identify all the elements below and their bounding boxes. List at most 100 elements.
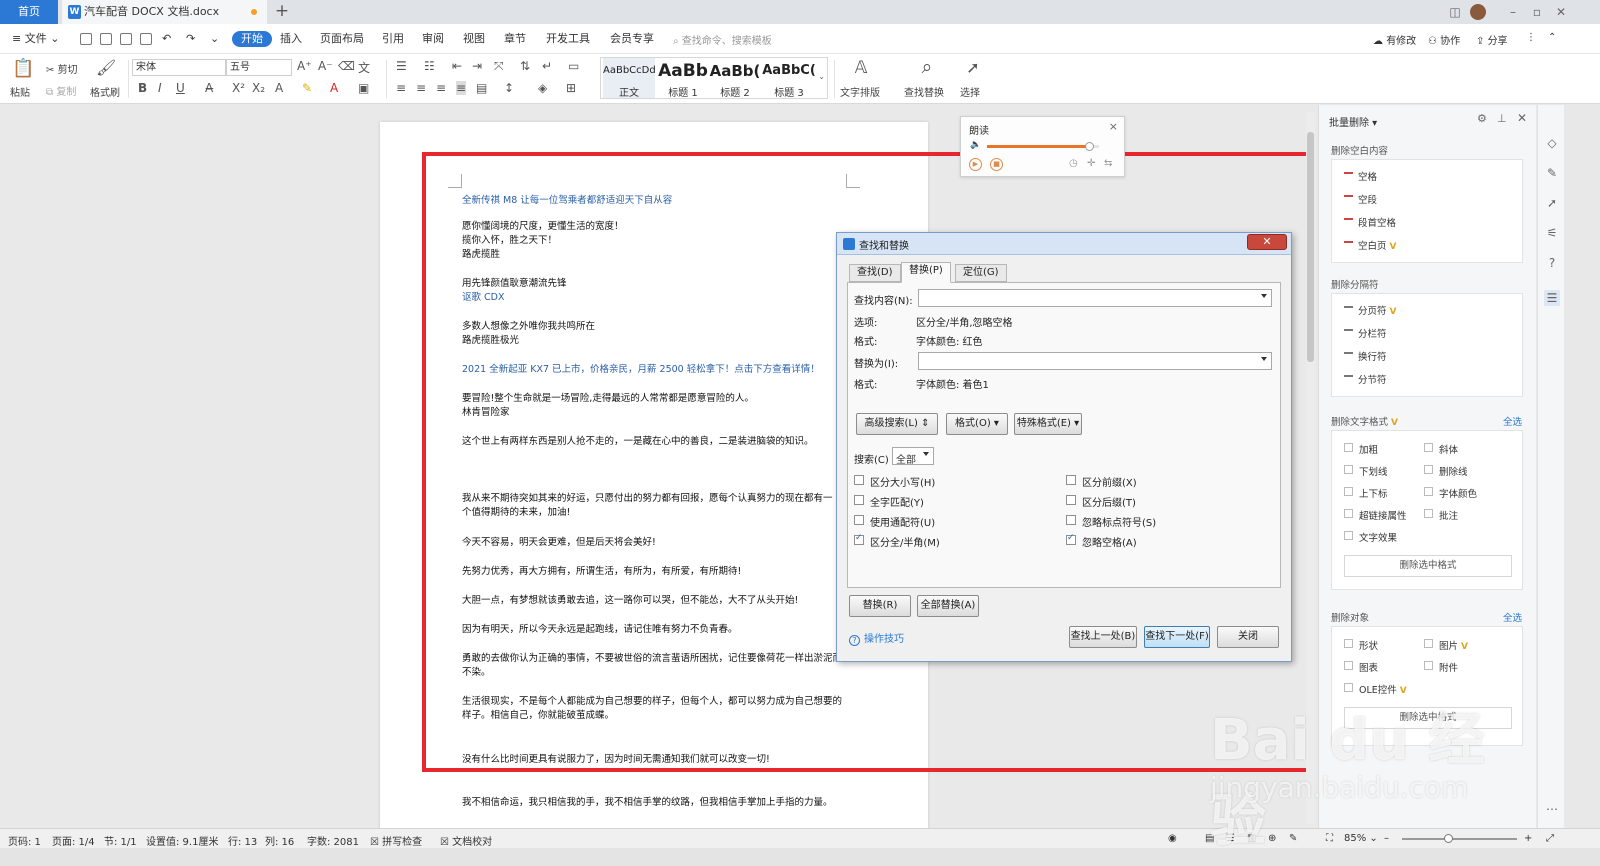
cursor-icon[interactable]: ➚ bbox=[1544, 195, 1560, 211]
menu-page-layout[interactable]: 页面布局 bbox=[320, 31, 364, 47]
tab-document[interactable]: W 汽车配音 DOCX 文档.docx bbox=[62, 0, 267, 24]
match-case-checkbox[interactable] bbox=[854, 475, 864, 485]
ignore-space-checkbox[interactable] bbox=[1066, 533, 1076, 545]
format-option-label[interactable]: 批注 bbox=[1439, 508, 1458, 522]
vertical-scrollbar[interactable] bbox=[1306, 112, 1315, 824]
status-setting[interactable]: 设置值: 9.1厘米 bbox=[146, 833, 218, 848]
menu-start[interactable]: 开始 bbox=[232, 31, 272, 47]
cut-button[interactable]: ✂ 剪切 bbox=[46, 61, 78, 76]
format-option-label[interactable]: 加粗 bbox=[1359, 442, 1378, 456]
format-option-label[interactable]: 上下标 bbox=[1359, 486, 1388, 500]
phonetic-icon[interactable]: 文 bbox=[358, 59, 370, 76]
find-replace-icon[interactable]: ⌕ bbox=[916, 56, 938, 78]
object-checkbox[interactable] bbox=[1344, 661, 1353, 670]
use-wildcards-label[interactable]: 使用通配符(U) bbox=[870, 514, 935, 529]
zoom-out-icon[interactable]: – bbox=[1384, 833, 1389, 844]
strikethrough-icon[interactable]: A̶ bbox=[205, 81, 213, 95]
style-normal[interactable]: AaBbCcDd 正文 bbox=[603, 58, 655, 99]
align-right-icon[interactable]: ≡ bbox=[436, 81, 446, 95]
menu-insert[interactable]: 插入 bbox=[280, 31, 302, 47]
format-painter-label[interactable]: 格式刷 bbox=[90, 84, 120, 99]
replace-input[interactable] bbox=[918, 352, 1272, 370]
style-gallery-more-icon[interactable]: ⌄ bbox=[818, 72, 825, 81]
status-page-number[interactable]: 页码: 1 bbox=[8, 833, 41, 848]
whole-word-checkbox[interactable] bbox=[854, 495, 864, 505]
collapse-ribbon-icon[interactable]: ⌃ bbox=[1548, 32, 1556, 43]
collab-button[interactable]: ⚇ 协作 bbox=[1428, 32, 1460, 47]
search-scope-select[interactable]: 全部 bbox=[892, 447, 934, 466]
text-layout-icon[interactable]: 𝔸 bbox=[850, 58, 872, 78]
stop-icon[interactable]: ■ bbox=[990, 158, 1003, 171]
file-menu[interactable]: ≡ 文件 ⌄ bbox=[12, 31, 59, 47]
find-replace-label[interactable]: 查找替换 bbox=[904, 84, 944, 99]
style-heading-2[interactable]: AaBb( 标题 2 bbox=[709, 58, 761, 99]
use-wildcards-checkbox[interactable] bbox=[854, 515, 864, 525]
style-heading-1[interactable]: AaBb 标题 1 bbox=[657, 58, 709, 99]
sort-icon[interactable]: ⇅ bbox=[520, 59, 530, 73]
menu-chapter[interactable]: 章节 bbox=[504, 31, 526, 47]
format-painter-icon[interactable]: 🖌 bbox=[96, 58, 116, 77]
delete-blank-pages[interactable]: 空白页 V bbox=[1344, 238, 1396, 252]
export-icon[interactable] bbox=[100, 33, 112, 45]
layout-icon[interactable]: ◫ bbox=[1444, 0, 1466, 24]
format-checkbox[interactable] bbox=[1344, 465, 1353, 474]
copy-button[interactable]: ⧉ 复制 bbox=[46, 83, 76, 98]
preview-icon[interactable] bbox=[140, 33, 152, 45]
volume-slider[interactable] bbox=[987, 142, 1099, 151]
table-icon[interactable]: ▭ bbox=[568, 59, 579, 73]
match-prefix-checkbox[interactable] bbox=[1066, 475, 1076, 485]
paste-icon[interactable]: 📋 bbox=[12, 58, 34, 79]
tab-home[interactable]: 首页 bbox=[0, 0, 58, 24]
text-effect-icon[interactable]: A bbox=[275, 81, 283, 95]
minimize-icon[interactable]: – bbox=[1502, 0, 1524, 24]
share-button[interactable]: ⇪ 分享 bbox=[1476, 32, 1508, 47]
format-option-label[interactable]: 下划线 bbox=[1359, 464, 1388, 478]
whole-word-label[interactable]: 全字匹配(Y) bbox=[870, 494, 924, 509]
object-checkbox[interactable] bbox=[1344, 683, 1353, 692]
eye-protection-icon[interactable]: ◉ bbox=[1168, 833, 1177, 844]
numbering-icon[interactable]: ☷ bbox=[424, 59, 435, 73]
font-color-icon[interactable]: A bbox=[330, 81, 338, 95]
delete-line-breaks[interactable]: 换行符 bbox=[1344, 349, 1387, 363]
clear-format-icon[interactable]: ⌫ bbox=[338, 59, 355, 73]
paste-label[interactable]: 粘贴 bbox=[10, 84, 30, 99]
grow-font-icon[interactable]: A⁺ bbox=[297, 59, 312, 73]
read-view-icon[interactable]: ▥ bbox=[1247, 833, 1256, 844]
format-checkbox[interactable] bbox=[1424, 465, 1433, 474]
zoom-level[interactable]: 85% ⌄ bbox=[1344, 833, 1378, 844]
text-layout-label[interactable]: 文字排版 bbox=[840, 84, 880, 99]
menu-member[interactable]: 会员专享 bbox=[610, 31, 654, 47]
maximize-icon[interactable]: ▫ bbox=[1526, 0, 1548, 24]
shrink-font-icon[interactable]: A⁻ bbox=[318, 59, 333, 73]
gear-icon[interactable]: ⚙ bbox=[1477, 112, 1487, 125]
decrease-indent-icon[interactable]: ⇤ bbox=[452, 59, 462, 73]
format-checkbox[interactable] bbox=[1344, 487, 1353, 496]
special-format-button[interactable]: 特殊格式(E) ▾ bbox=[1014, 413, 1082, 435]
format-checkbox[interactable] bbox=[1424, 443, 1433, 452]
status-word-count[interactable]: 字数: 2081 bbox=[307, 833, 359, 848]
settings-icon[interactable]: ✛ bbox=[1087, 158, 1095, 169]
command-search[interactable]: ⌕ 查找命令、搜索模板 bbox=[673, 32, 772, 47]
format-checkbox[interactable] bbox=[1344, 509, 1353, 518]
format-checkbox[interactable] bbox=[1424, 509, 1433, 518]
volume-knob[interactable] bbox=[1085, 142, 1095, 151]
scrollbar-thumb[interactable] bbox=[1307, 132, 1314, 362]
borders-icon[interactable]: ⊞ bbox=[566, 81, 576, 95]
proofread-button[interactable]: ☒ 文档校对 bbox=[440, 833, 492, 848]
close-window-icon[interactable]: ✕ bbox=[1550, 0, 1572, 24]
menu-dev-tools[interactable]: 开发工具 bbox=[546, 31, 590, 47]
bold-icon[interactable]: B bbox=[138, 81, 147, 95]
ignore-punct-label[interactable]: 忽略标点符号(S) bbox=[1082, 514, 1156, 529]
match-suffix-label[interactable]: 区分后缀(T) bbox=[1082, 494, 1136, 509]
format-option-label[interactable]: 超链接属性 bbox=[1359, 508, 1407, 522]
object-option-label[interactable]: OLE控件 V bbox=[1359, 682, 1407, 696]
menu-view[interactable]: 视图 bbox=[463, 31, 485, 47]
format-option-label[interactable]: 文字效果 bbox=[1359, 530, 1397, 544]
delete-leading-spaces[interactable]: 段首空格 bbox=[1344, 215, 1396, 229]
speed-icon[interactable]: ◷ bbox=[1069, 158, 1078, 169]
delete-selected-objects-button[interactable]: 删除选中格式 bbox=[1344, 707, 1512, 729]
find-previous-button[interactable]: 查找上一处(B) bbox=[1069, 626, 1137, 648]
object-checkbox[interactable] bbox=[1424, 639, 1433, 648]
object-checkbox[interactable] bbox=[1344, 639, 1353, 648]
underline-icon[interactable]: U bbox=[176, 81, 185, 95]
